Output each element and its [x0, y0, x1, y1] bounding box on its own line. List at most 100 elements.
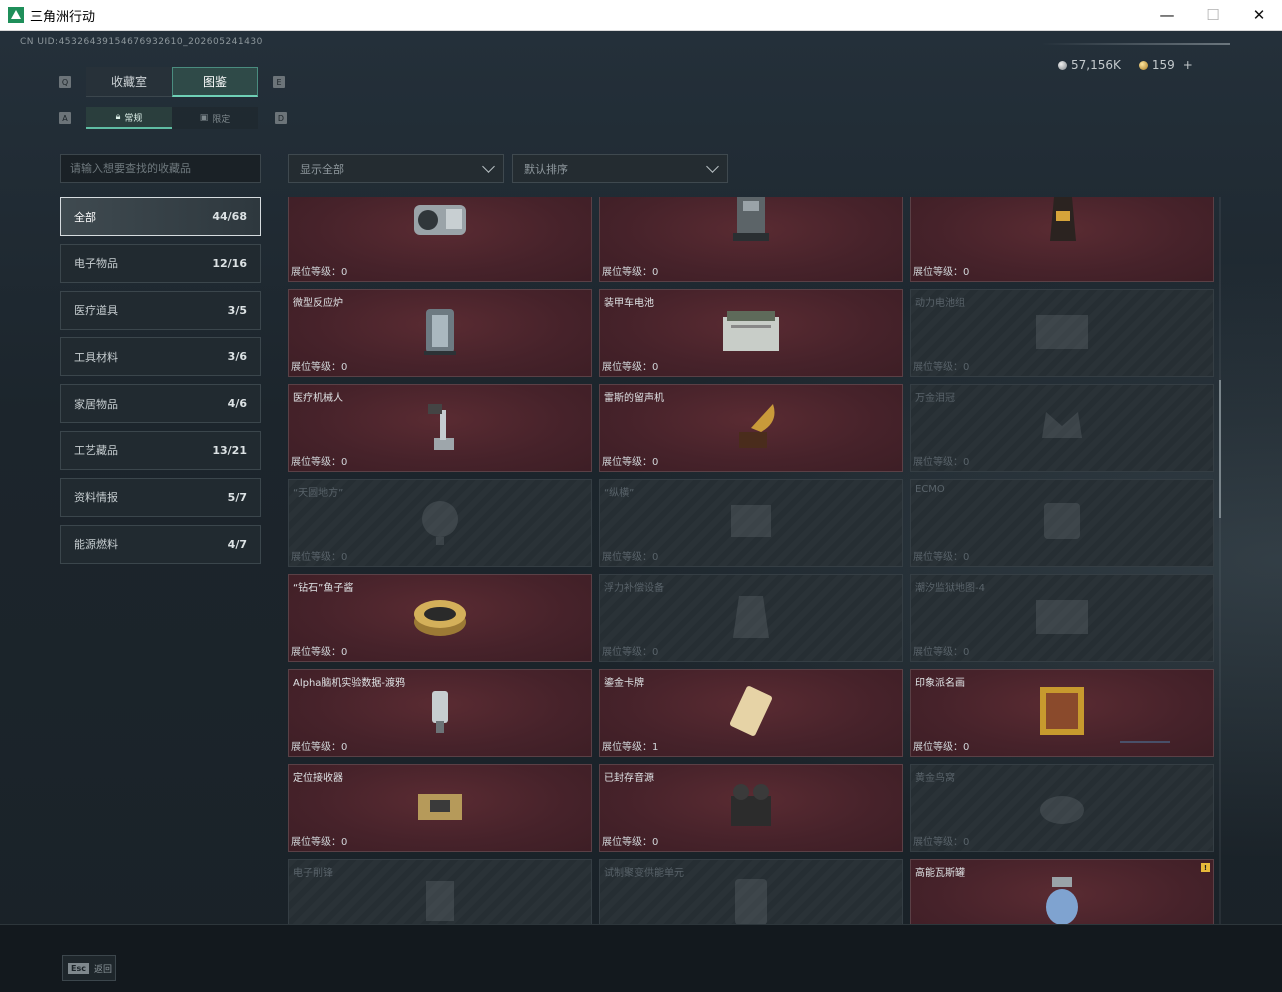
collection-card[interactable]: 浮力补偿设备展位等级：0: [599, 574, 903, 662]
tab-next-key: E: [273, 76, 285, 88]
item-level: 展位等级：1: [602, 738, 658, 753]
subtab-limited[interactable]: ▣ 限定: [172, 107, 258, 129]
level-label: 展位等级：: [913, 552, 963, 563]
nest-icon: [1040, 796, 1084, 825]
back-button[interactable]: Esc 返回: [62, 955, 116, 981]
gift-icon: ▣: [199, 113, 209, 123]
lock-icon: 🔒︎: [115, 112, 121, 122]
currency-bar: 57,156K 159 +: [1058, 58, 1193, 72]
collection-card[interactable]: 展位等级：0: [910, 197, 1214, 282]
collection-card[interactable]: 已封存音源展位等级：0: [599, 764, 903, 852]
collection-card[interactable]: “钻石”鱼子酱 展位等级：0: [288, 574, 592, 662]
level-label: 展位等级：: [291, 647, 341, 658]
subtab-regular[interactable]: 🔒︎ 常规: [86, 107, 172, 129]
scrollbar-thumb[interactable]: [1219, 380, 1221, 518]
collection-card[interactable]: “天圆地方” 展位等级：0: [288, 479, 592, 567]
collection-card[interactable]: 医疗机械人 展位等级：0: [288, 384, 592, 472]
category-item[interactable]: 电子物品 12/16: [60, 243, 261, 283]
maximize-button[interactable]: ☐: [1190, 0, 1236, 30]
collection-card[interactable]: 展位等级：0: [599, 197, 903, 282]
collection-card[interactable]: 雷斯的留声机 展位等级：0: [599, 384, 903, 472]
item-level: 展位等级：0: [913, 358, 969, 373]
battery-pack-icon: [1036, 315, 1088, 350]
level-value: 0: [341, 552, 348, 563]
search-input[interactable]: [60, 154, 261, 183]
level-value: 0: [341, 742, 348, 753]
item-name: 印象派名画: [915, 678, 965, 689]
collection-card[interactable]: 潮汐监狱地图-4 展位等级：0: [910, 574, 1214, 662]
collection-card[interactable]: Alpha脑机实验数据-渡鸦 展位等级：0: [288, 669, 592, 757]
item-level: 展位等级：0: [291, 453, 347, 468]
collection-card[interactable]: 动力电池组展位等级：0: [910, 289, 1214, 377]
item-level: 展位等级：0: [602, 643, 658, 658]
item-name: 动力电池组: [915, 298, 965, 309]
category-item[interactable]: 能源燃料 4/7: [60, 524, 261, 564]
item-level: 展位等级：0: [291, 548, 347, 563]
category-list: 全部 44/68 电子物品 12/16 医疗道具 3/5 工具材料 3/6 家居物品 4/6 工艺藏…: [60, 197, 261, 571]
level-label: 展位等级：: [291, 457, 341, 468]
show-filter-value: 显示全部: [300, 162, 344, 176]
minimize-button[interactable]: —: [1144, 0, 1190, 30]
sort-dropdown[interactable]: 默认排序: [512, 154, 728, 183]
item-name: 已封存音源: [604, 773, 654, 784]
category-label: 工艺藏品: [74, 444, 118, 458]
silver-currency: 57,156K: [1058, 58, 1121, 72]
item-name: 万金泪冠: [915, 393, 955, 404]
camera-icon: [414, 205, 466, 236]
level-value: 1: [652, 742, 659, 753]
collection-card[interactable]: ECMO 展位等级：0: [910, 479, 1214, 567]
category-item[interactable]: 资料情报 5/7: [60, 477, 261, 517]
collection-card[interactable]: “纵横” 展位等级：0: [599, 479, 903, 567]
level-value: 0: [963, 362, 970, 373]
collection-grid[interactable]: 展位等级：0 展位等级：0 展位等级：0 微型反应炉 展位等级：0 装甲车电池 展位等级：0…: [288, 197, 1214, 925]
collection-card[interactable]: 装甲车电池 展位等级：0: [599, 289, 903, 377]
category-count: 13/21: [212, 443, 247, 457]
tab-codex[interactable]: 图鉴: [172, 67, 258, 97]
item-level: 展位等级：0: [602, 833, 658, 848]
item-level: 展位等级：0: [913, 738, 969, 753]
item-name: Alpha脑机实验数据-渡鸦: [293, 678, 406, 689]
level-value: 0: [341, 267, 348, 278]
category-item[interactable]: 工具材料 3/6: [60, 337, 261, 377]
app-logo-icon: [8, 7, 24, 23]
item-level: 展位等级：0: [913, 453, 969, 468]
esc-key: Esc: [68, 962, 89, 974]
item-level: 展位等级：0: [602, 453, 658, 468]
collection-card[interactable]: 印象派名画展位等级：0: [910, 669, 1214, 757]
collection-card[interactable]: 定位接收器 展位等级：0: [288, 764, 592, 852]
collection-card[interactable]: 展位等级：0: [288, 197, 592, 282]
item-level: 展位等级：0: [291, 263, 347, 278]
item-name: 浮力补偿设备: [604, 583, 664, 594]
fusion-cell-icon: [735, 879, 767, 925]
collection-card[interactable]: 微型反应炉 展位等级：0: [288, 289, 592, 377]
item-level: 展位等级：0: [291, 358, 347, 373]
level-label: 展位等级：: [913, 362, 963, 373]
collection-card[interactable]: 万金泪冠展位等级：0: [910, 384, 1214, 472]
collection-card[interactable]: 鎏金卡牌 展位等级：1: [599, 669, 903, 757]
reactor-icon: [424, 309, 456, 356]
gas-canister-icon: [1046, 877, 1078, 925]
sub-tabs: 🔒︎ 常规 ▣ 限定: [86, 107, 258, 129]
level-value: 0: [963, 552, 970, 563]
scrollbar-track[interactable]: [1219, 197, 1221, 925]
back-label: 返回: [93, 964, 112, 975]
category-item[interactable]: 全部 44/68: [60, 197, 261, 236]
collection-card[interactable]: 高能瓦斯罐展位等级：0!: [910, 859, 1214, 925]
level-value: 0: [963, 742, 970, 753]
tab-collection-room[interactable]: 收藏室: [86, 67, 172, 97]
collection-card[interactable]: 电子削锋展位等级：0: [288, 859, 592, 925]
header-decoration: [1040, 43, 1230, 45]
collection-card[interactable]: 试制聚变供能单元展位等级：0: [599, 859, 903, 925]
show-filter-dropdown[interactable]: 显示全部: [288, 154, 504, 183]
level-value: 0: [652, 362, 659, 373]
level-label: 展位等级：: [291, 362, 341, 373]
add-gold-button[interactable]: +: [1183, 58, 1193, 72]
category-item[interactable]: 工艺藏品 13/21: [60, 430, 261, 470]
close-button[interactable]: ✕: [1236, 0, 1282, 30]
category-item[interactable]: 医疗道具 3/5: [60, 290, 261, 330]
gold-currency[interactable]: 159 +: [1138, 58, 1193, 72]
machine-icon: [733, 197, 769, 242]
category-item[interactable]: 家居物品 4/6: [60, 384, 261, 424]
collection-card[interactable]: 黄金鸟窝 展位等级：0: [910, 764, 1214, 852]
item-level: 展位等级：0: [913, 548, 969, 563]
